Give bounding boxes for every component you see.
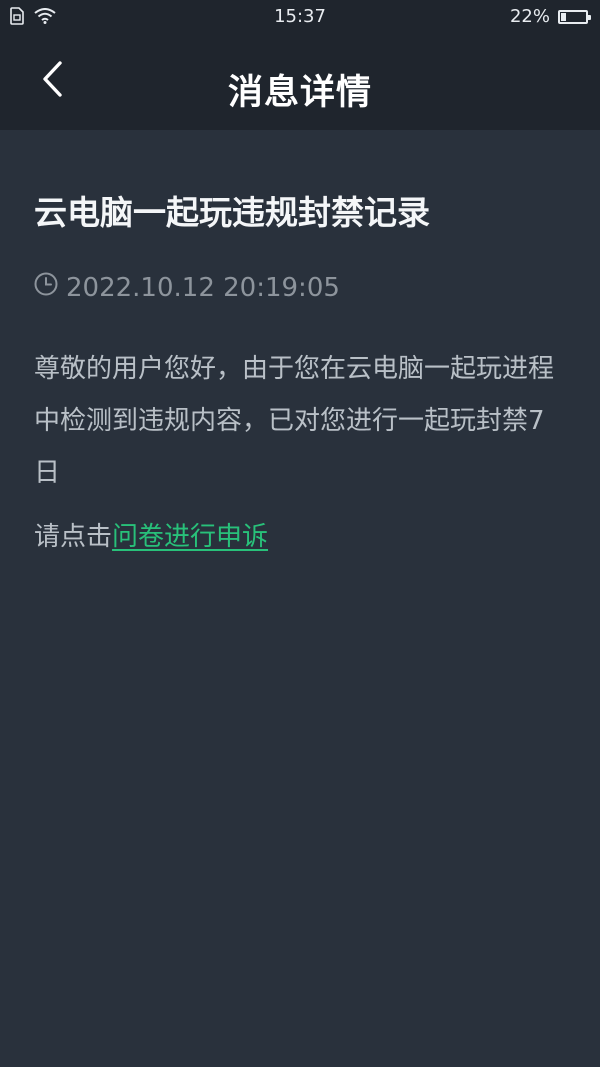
appeal-survey-link[interactable]: 问卷进行申诉 (112, 522, 268, 552)
status-bar: 15:37 22% (0, 0, 600, 34)
appeal-line: 请点击问卷进行申诉 (34, 517, 566, 557)
message-body: 尊敬的用户您好，由于您在云电脑一起玩进程中检测到违规内容，已对您进行一起玩封禁7… (34, 354, 555, 488)
message-content: 云电脑一起玩违规封禁记录 2022.10.12 20:19:05 尊敬的用户您好… (34, 190, 566, 557)
battery-percent: 22% (509, 6, 550, 27)
message-title: 云电脑一起玩违规封禁记录 (34, 193, 430, 232)
appeal-prefix: 请点击 (34, 522, 113, 552)
status-right: 22% (509, 6, 591, 27)
battery-level-fill (561, 12, 566, 21)
page-title: 消息详情 (227, 73, 372, 113)
message-timestamp: 2022.10.12 20:19:05 (66, 272, 340, 303)
clock-icon (34, 272, 58, 303)
battery-icon (558, 9, 591, 24)
message-timestamp-row: 2022.10.12 20:19:05 (34, 272, 566, 303)
message-detail-screen: 15:37 22% 消息详情 云电脑一起玩违规封禁记录 2022.10.12 2… (0, 0, 600, 1067)
navigation-bar: 消息详情 (0, 34, 600, 130)
